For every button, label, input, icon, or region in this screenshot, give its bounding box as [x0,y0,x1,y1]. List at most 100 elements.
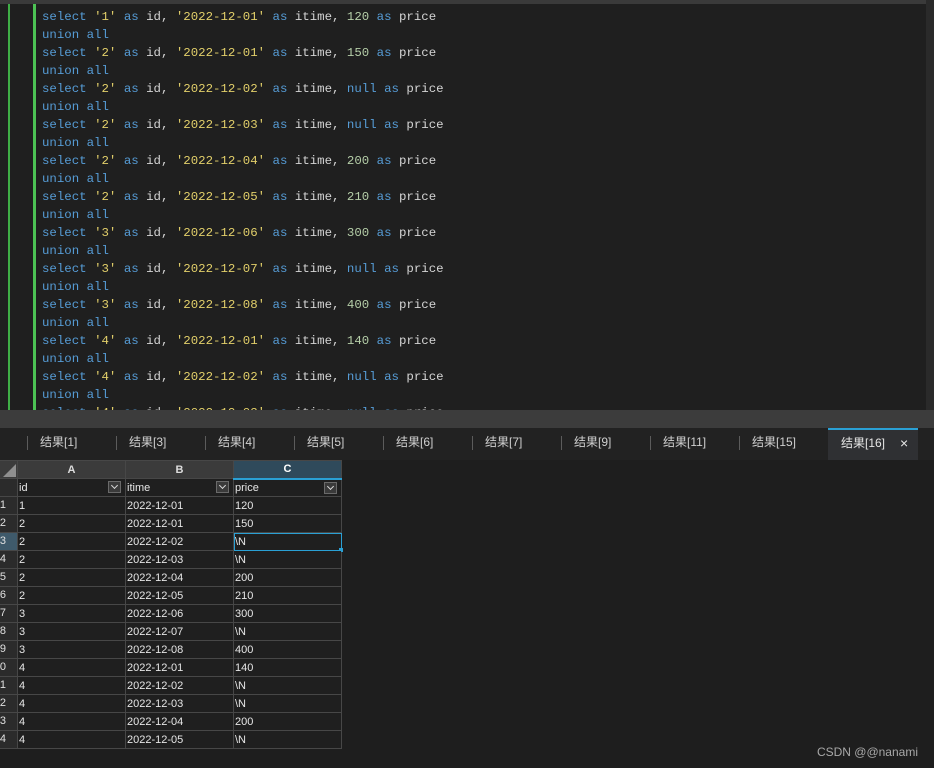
grid-cell-itime[interactable]: 2022-12-01 [125,496,234,515]
row-header[interactable]: 3 [0,712,18,731]
result-tab[interactable]: 结果[1] [27,428,116,460]
grid-cell-itime[interactable]: 2022-12-01 [125,514,234,533]
row-header[interactable] [0,478,18,497]
code-line[interactable]: select '3' as id, '2022-12-06' as itime,… [42,224,444,242]
grid-cell-itime[interactable]: 2022-12-04 [125,712,234,731]
grid-cell-id[interactable]: 4 [17,730,126,749]
grid-cell-itime[interactable]: 2022-12-08 [125,640,234,659]
result-tab[interactable]: 结果[6] [383,428,472,460]
grid-cell-id[interactable]: 3 [17,622,126,641]
code-content[interactable]: select '1' as id, '2022-12-01' as itime,… [42,8,444,410]
editor-vertical-scrollbar[interactable] [926,0,934,410]
grid-cell-itime[interactable]: 2022-12-03 [125,550,234,569]
result-tab-active[interactable]: 结果[16] × [828,428,918,460]
code-line[interactable]: select '2' as id, '2022-12-03' as itime,… [42,116,444,134]
result-tab[interactable]: 结果[9] [561,428,650,460]
grid-cell-price[interactable]: 300 [233,604,342,623]
column-header-b[interactable]: B [125,460,234,479]
column-header-a[interactable]: A [17,460,126,479]
filter-dropdown-button[interactable] [108,481,121,493]
result-tab[interactable]: 结果[15] [739,428,828,460]
grid-cell-id[interactable]: 4 [17,712,126,731]
grid-cell-price[interactable]: \N [233,694,342,713]
grid-cell-itime[interactable]: 2022-12-07 [125,622,234,641]
code-line[interactable]: union all [42,62,444,80]
grid-cell-price[interactable]: 200 [233,712,342,731]
grid-cell-id[interactable]: 2 [17,550,126,569]
result-tab[interactable]: 结果[7] [472,428,561,460]
grid-cell-price[interactable]: \N [233,532,344,553]
grid-cell-id[interactable]: 1 [17,496,126,515]
code-line[interactable]: select '2' as id, '2022-12-01' as itime,… [42,44,444,62]
code-line[interactable]: select '3' as id, '2022-12-07' as itime,… [42,260,444,278]
grid-cell-price[interactable]: \N [233,676,342,695]
result-tab[interactable]: 结果[3] [116,428,205,460]
grid-cell-id[interactable]: 2 [17,586,126,605]
grid-cell-id[interactable]: 2 [17,532,126,551]
row-header[interactable]: 1 [0,496,18,515]
code-line[interactable]: union all [42,386,444,404]
filter-dropdown-button[interactable] [216,481,229,493]
grid-cell-price[interactable]: 210 [233,586,342,605]
row-header[interactable]: 8 [0,622,18,641]
result-tab[interactable]: 结果[4] [205,428,294,460]
field-header-price[interactable]: price [233,478,342,497]
row-header[interactable]: 4 [0,550,18,569]
code-line[interactable]: union all [42,350,444,368]
grid-cell-price[interactable]: 120 [233,496,342,515]
code-line[interactable]: select '2' as id, '2022-12-04' as itime,… [42,152,444,170]
grid-cell-price[interactable]: 140 [233,658,342,677]
grid-cell-id[interactable]: 4 [17,694,126,713]
grid-cell-id[interactable]: 3 [17,604,126,623]
code-line[interactable]: union all [42,314,444,332]
row-header[interactable]: 6 [0,586,18,605]
result-tab[interactable]: 结果[11] [650,428,739,460]
row-header[interactable]: 5 [0,568,18,587]
grid-cell-itime[interactable]: 2022-12-05 [125,586,234,605]
grid-cell-id[interactable]: 4 [17,676,126,695]
grid-cell-itime[interactable]: 2022-12-02 [125,676,234,695]
grid-cell-itime[interactable]: 2022-12-02 [125,532,234,551]
grid-cell-itime[interactable]: 2022-12-05 [125,730,234,749]
select-all-button[interactable] [0,460,18,479]
grid-cell-price[interactable]: 200 [233,568,342,587]
close-icon[interactable]: × [900,430,908,456]
row-header[interactable]: 4 [0,730,18,749]
grid-cell-price[interactable]: \N [233,730,342,749]
grid-cell-itime[interactable]: 2022-12-01 [125,658,234,677]
field-header-itime[interactable]: itime [125,478,234,497]
row-header[interactable]: 2 [0,514,18,533]
grid-cell-price[interactable]: \N [233,550,342,569]
result-tab[interactable]: 结果[5] [294,428,383,460]
field-header-id[interactable]: id [17,478,126,497]
code-line[interactable]: union all [42,242,444,260]
grid-cell-price[interactable]: 150 [233,514,342,533]
grid-cell-price[interactable]: 400 [233,640,342,659]
sql-editor[interactable]: select '1' as id, '2022-12-01' as itime,… [0,0,934,410]
code-line[interactable]: select '4' as id, '2022-12-02' as itime,… [42,368,444,386]
code-line[interactable]: union all [42,278,444,296]
pane-splitter[interactable] [0,410,934,428]
code-line[interactable]: select '2' as id, '2022-12-05' as itime,… [42,188,444,206]
code-line[interactable]: select '2' as id, '2022-12-02' as itime,… [42,80,444,98]
grid-cell-id[interactable]: 3 [17,640,126,659]
code-line[interactable]: union all [42,206,444,224]
code-line[interactable]: union all [42,26,444,44]
row-header[interactable]: 2 [0,694,18,713]
grid-cell-id[interactable]: 4 [17,658,126,677]
grid-cell-id[interactable]: 2 [17,568,126,587]
column-header-c[interactable]: C [233,460,342,480]
row-header[interactable]: 9 [0,640,18,659]
grid-cell-itime[interactable]: 2022-12-04 [125,568,234,587]
code-line[interactable]: union all [42,98,444,116]
code-line[interactable]: union all [42,134,444,152]
grid-cell-itime[interactable]: 2022-12-06 [125,604,234,623]
grid-cell-price[interactable]: \N [233,622,342,641]
grid-cell-id[interactable]: 2 [17,514,126,533]
row-header[interactable]: 0 [0,658,18,677]
filter-dropdown-button[interactable] [324,481,337,494]
grid-cell-itime[interactable]: 2022-12-03 [125,694,234,713]
code-line[interactable]: select '4' as id, '2022-12-01' as itime,… [42,332,444,350]
code-line[interactable]: select '3' as id, '2022-12-08' as itime,… [42,296,444,314]
code-line[interactable]: union all [42,170,444,188]
